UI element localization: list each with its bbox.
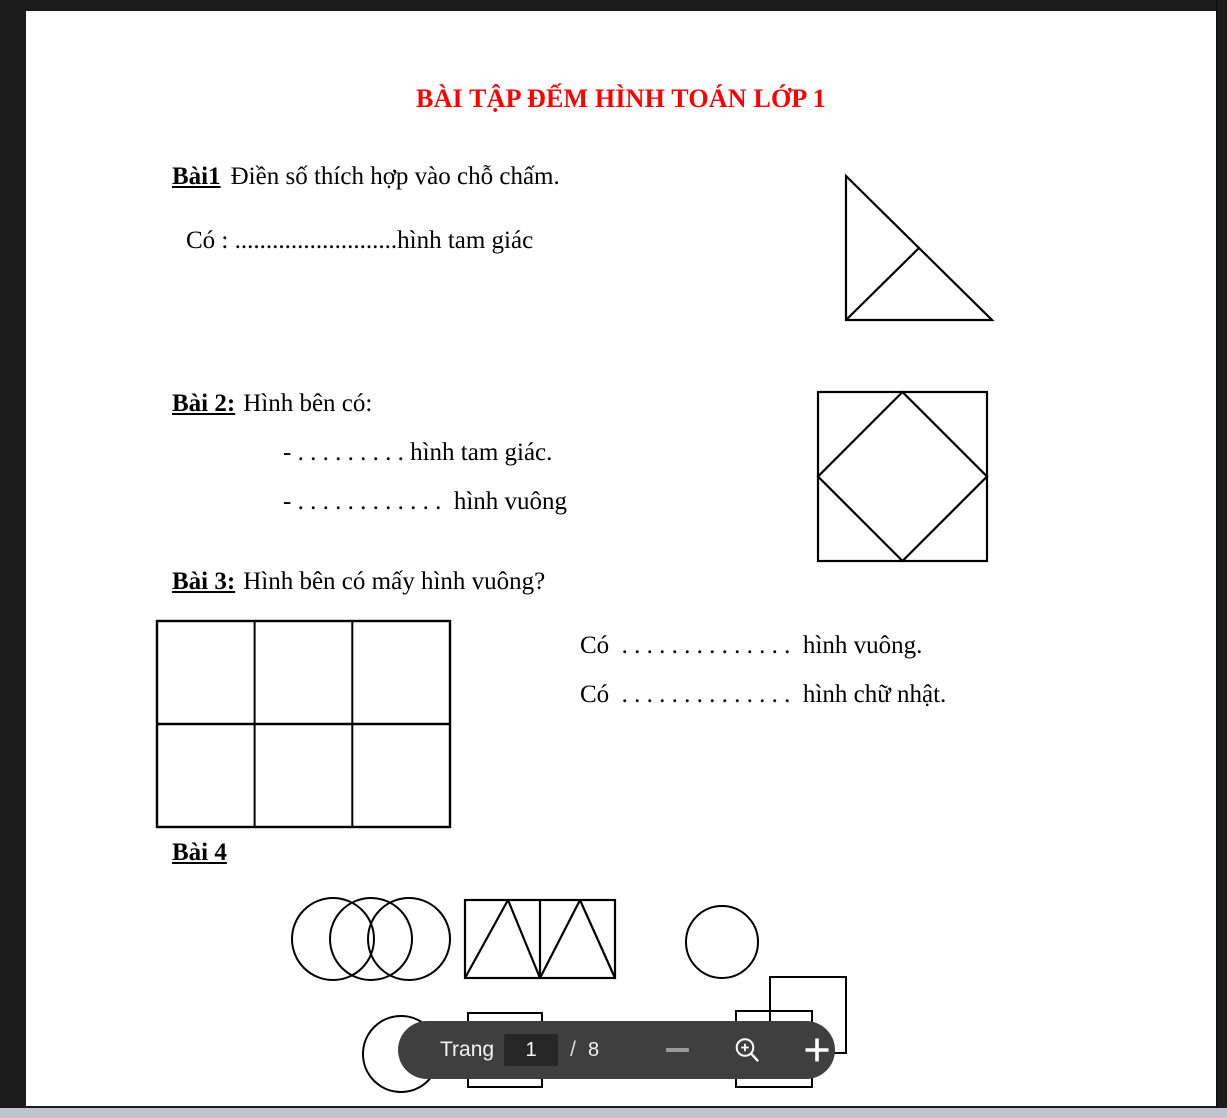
exercise-1-label: Bài1 (172, 163, 221, 190)
exercise-1-answer-line: Có : ..........................hình tam … (186, 227, 534, 254)
exercise-1-heading: Bài1 Điền số thích hợp vào chỗ chấm. (172, 163, 560, 191)
exercise-2-prompt: Hình bên có: (243, 390, 373, 417)
exercise-4-label: Bài 4 (172, 839, 227, 866)
page-navigation-group: Trang / 8 (398, 1034, 599, 1066)
page-right-border (1216, 0, 1218, 1108)
right-triangle-with-median-figure (842, 168, 998, 328)
three-overlapping-circles-figure (288, 894, 454, 984)
pdf-toolbar: Trang / 8 (398, 1021, 835, 1079)
page-title: BÀI TẬP ĐẾM HÌNH TOÁN LỚP 1 (416, 84, 826, 113)
viewer-bottom-strip (0, 1108, 1227, 1118)
plus-icon (805, 1038, 829, 1062)
page-number-input[interactable] (504, 1034, 559, 1066)
pdf-page-sheet[interactable]: BÀI TẬP ĐẾM HÌNH TOÁN LỚP 1 Bài1 Điền số … (26, 11, 1216, 1106)
minus-icon (665, 1048, 689, 1052)
zoom-out-button[interactable] (657, 1030, 697, 1070)
square-with-inscribed-diamond-figure (813, 382, 997, 566)
zoom-controls-group (627, 1030, 837, 1070)
exercise-3-answer-rectangles: Có . . . . . . . . . . . . . . hình chữ … (580, 681, 947, 708)
exercise-2-bullet-triangles: - . . . . . . . . . hình tam giác. (283, 439, 553, 466)
rectangle-with-two-triangles-figure (462, 897, 618, 983)
exercise-3-label: Bài 3: (172, 568, 236, 595)
exercise-2-bullet-squares: - . . . . . . . . . . . . hình vuông (283, 488, 568, 515)
exercise-2-label: Bài 2: (172, 390, 236, 417)
zoom-in-magnifier-icon (735, 1038, 759, 1062)
exercise-1-prompt: Điền số thích hợp vào chỗ chấm. (230, 163, 560, 190)
zoom-search-button[interactable] (727, 1030, 767, 1070)
exercise-3-prompt: Hình bên có mấy hình vuông? (243, 568, 546, 595)
zoom-in-button[interactable] (797, 1030, 837, 1070)
exercise-3-answer-squares: Có . . . . . . . . . . . . . . hình vuôn… (580, 632, 923, 659)
page-separator: / (570, 1038, 576, 1061)
exercise-2-heading: Bài 2: Hình bên có: (172, 390, 372, 418)
three-by-two-grid-figure (154, 618, 456, 832)
exercise-3-heading: Bài 3: Hình bên có mấy hình vuông? (172, 568, 545, 596)
page-label: Trang (440, 1038, 495, 1061)
total-pages-label: 8 (587, 1038, 600, 1061)
pdf-viewer-frame: BÀI TẬP ĐẾM HÌNH TOÁN LỚP 1 Bài1 Điền số … (0, 0, 1227, 1118)
